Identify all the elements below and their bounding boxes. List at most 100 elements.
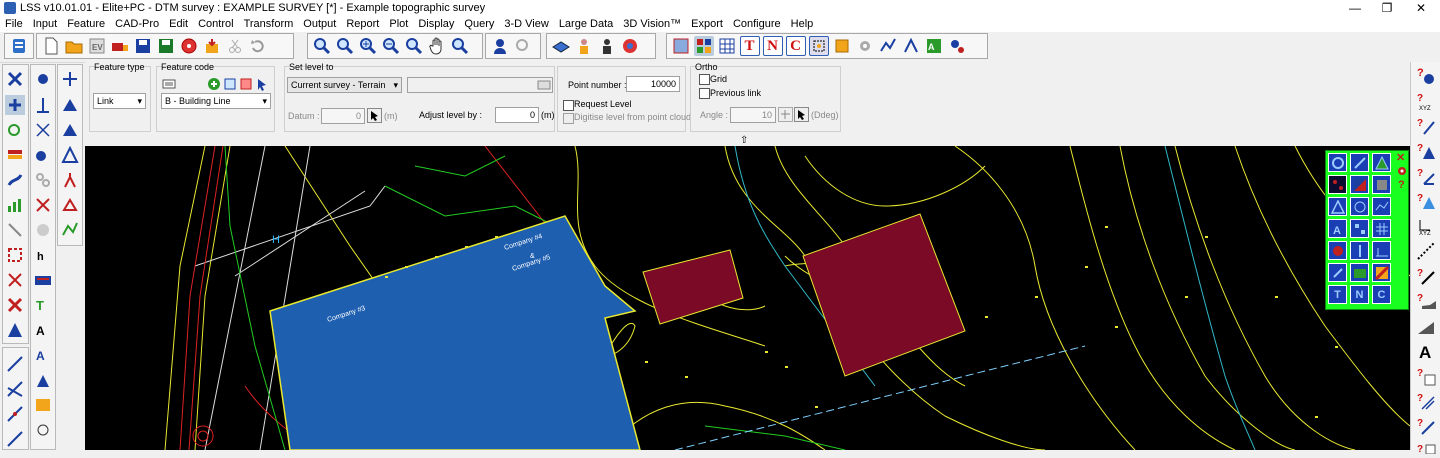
palette-text-icon[interactable]: A <box>1328 219 1347 238</box>
menu-3d-view[interactable]: 3-D View <box>499 16 553 32</box>
pick-code-icon[interactable] <box>255 77 269 91</box>
palette-brush-icon[interactable] <box>1350 153 1369 172</box>
delete-code-icon[interactable] <box>239 77 253 91</box>
cancel-x-icon[interactable] <box>33 195 53 215</box>
layer-plane-icon[interactable] <box>551 36 571 56</box>
palette-point-icon[interactable] <box>1328 153 1347 172</box>
cut-icon[interactable] <box>225 36 245 56</box>
display-layers-icon[interactable] <box>693 36 714 56</box>
palette-contours-toggle[interactable]: C <box>1372 285 1391 304</box>
feature-code-select[interactable]: B - Building Line <box>161 93 271 109</box>
palette-points-icon[interactable] <box>1350 219 1369 238</box>
tin-icon[interactable] <box>60 145 80 165</box>
zoom-out-icon[interactable] <box>381 36 401 56</box>
pan-hand-icon[interactable] <box>427 36 447 56</box>
report-icon[interactable] <box>832 36 852 56</box>
angle-spin-icon[interactable] <box>778 107 793 122</box>
level-source-input[interactable] <box>407 77 553 93</box>
palette-triangles-toggle[interactable]: T <box>1328 285 1347 304</box>
palette-vertical-icon[interactable] <box>1350 241 1369 260</box>
survey-point-icon[interactable] <box>33 69 53 89</box>
line-tool-icon[interactable] <box>5 354 25 374</box>
query-point-icon[interactable]: ? <box>1416 66 1436 86</box>
open-folder-icon[interactable] <box>64 36 84 56</box>
cd-disc-icon[interactable] <box>179 36 199 56</box>
palette-nodes-toggle[interactable]: N <box>1350 285 1369 304</box>
edit-text-icon[interactable] <box>33 395 53 415</box>
query-profile-icon[interactable]: ? <box>1416 291 1436 311</box>
link-icon[interactable] <box>5 170 25 190</box>
level-source-select[interactable]: Current survey - Terrain <box>287 77 402 93</box>
hatch-cross-icon[interactable] <box>5 270 25 290</box>
query-line-icon[interactable]: ? <box>1416 116 1436 136</box>
snap-point-icon[interactable] <box>808 36 829 56</box>
palette-layers-icon[interactable] <box>1372 175 1391 194</box>
plot-point-icon[interactable] <box>60 69 80 89</box>
survey-database-icon[interactable] <box>9 36 29 56</box>
zoom-in-icon[interactable] <box>358 36 378 56</box>
query-area-icon[interactable]: ? <box>1416 191 1436 211</box>
zoom-previous-icon[interactable] <box>404 36 424 56</box>
text-a-icon[interactable]: A <box>33 320 53 340</box>
keyboard-icon[interactable] <box>162 78 176 90</box>
view-person-icon[interactable] <box>490 36 510 56</box>
undo-icon[interactable] <box>248 36 268 56</box>
section-icon[interactable] <box>878 36 898 56</box>
menu-query[interactable]: Query <box>459 16 499 32</box>
query-chain-icon[interactable]: ? <box>1416 416 1436 436</box>
text-large-a-icon[interactable]: A <box>1416 341 1436 361</box>
previous-link-checkbox[interactable] <box>699 88 710 99</box>
survey-tools-icon[interactable] <box>901 36 921 56</box>
traverse-icon[interactable] <box>60 220 80 240</box>
measure-icon[interactable] <box>33 420 53 440</box>
settings-cog-icon[interactable] <box>855 36 875 56</box>
add-code-icon[interactable] <box>207 77 221 91</box>
collapse-panel-icon[interactable]: ⇧ <box>740 135 748 146</box>
configure-gears-icon[interactable] <box>947 36 967 56</box>
zoom-window-icon[interactable] <box>312 36 332 56</box>
point-number-input[interactable]: 10000 <box>626 76 680 92</box>
offset-icon[interactable] <box>5 220 25 240</box>
chart-icon[interactable] <box>5 195 25 215</box>
zoom-extents-icon[interactable] <box>335 36 355 56</box>
trim-tool-icon[interactable] <box>5 429 25 449</box>
digitise-cloud-checkbox[interactable] <box>563 113 574 124</box>
menu-export[interactable]: Export <box>686 16 728 32</box>
text-t-icon[interactable]: T <box>33 295 53 315</box>
gray-circle-icon[interactable] <box>33 220 53 240</box>
palette-settings-icon[interactable] <box>1396 165 1408 177</box>
text-triangle-icon[interactable] <box>33 370 53 390</box>
view-search-icon[interactable] <box>513 36 533 56</box>
menu-configure[interactable]: Configure <box>728 16 786 32</box>
menu-cad-pro[interactable]: CAD-Pro <box>110 16 164 32</box>
query-xyz-icon[interactable]: ? XYZ <box>1416 91 1436 111</box>
query-coordinate-icon[interactable]: XYZ <box>1416 216 1436 236</box>
restore-button[interactable]: ❐ <box>1372 0 1402 16</box>
adjust-level-input[interactable]: 0 <box>495 107 539 123</box>
pointer-hand-icon[interactable] <box>33 145 53 165</box>
chain-icon[interactable] <box>33 170 53 190</box>
menu-file[interactable]: File <box>0 16 28 32</box>
angle-input[interactable]: 10 <box>730 107 776 123</box>
node-toggle-button[interactable]: N <box>762 36 783 56</box>
palette-tin-icon[interactable] <box>1328 197 1347 216</box>
palette-gradient-icon[interactable] <box>1372 263 1391 282</box>
menu-edit[interactable]: Edit <box>164 16 193 32</box>
palette-shade-icon[interactable] <box>1350 175 1369 194</box>
level-browse-icon[interactable] <box>537 78 551 92</box>
query-triangle-icon[interactable]: ? <box>1416 141 1436 161</box>
triangle-icon[interactable] <box>5 320 25 340</box>
request-level-checkbox[interactable] <box>563 100 574 111</box>
new-file-icon[interactable] <box>41 36 61 56</box>
angle-pick-icon[interactable] <box>794 107 809 122</box>
delete-x-icon[interactable] <box>5 295 25 315</box>
palette-help-icon[interactable]: ? <box>1398 179 1405 191</box>
triangle-toggle-button[interactable]: T <box>739 36 760 56</box>
annotate-icon[interactable]: A <box>33 345 53 365</box>
minimize-button[interactable]: — <box>1340 0 1370 16</box>
palette-colour-icon[interactable] <box>1328 241 1347 260</box>
cross-tools-icon[interactable] <box>5 69 25 89</box>
palette-shapes-icon[interactable] <box>1350 197 1369 216</box>
network-icon[interactable] <box>60 195 80 215</box>
menu-transform[interactable]: Transform <box>239 16 299 32</box>
